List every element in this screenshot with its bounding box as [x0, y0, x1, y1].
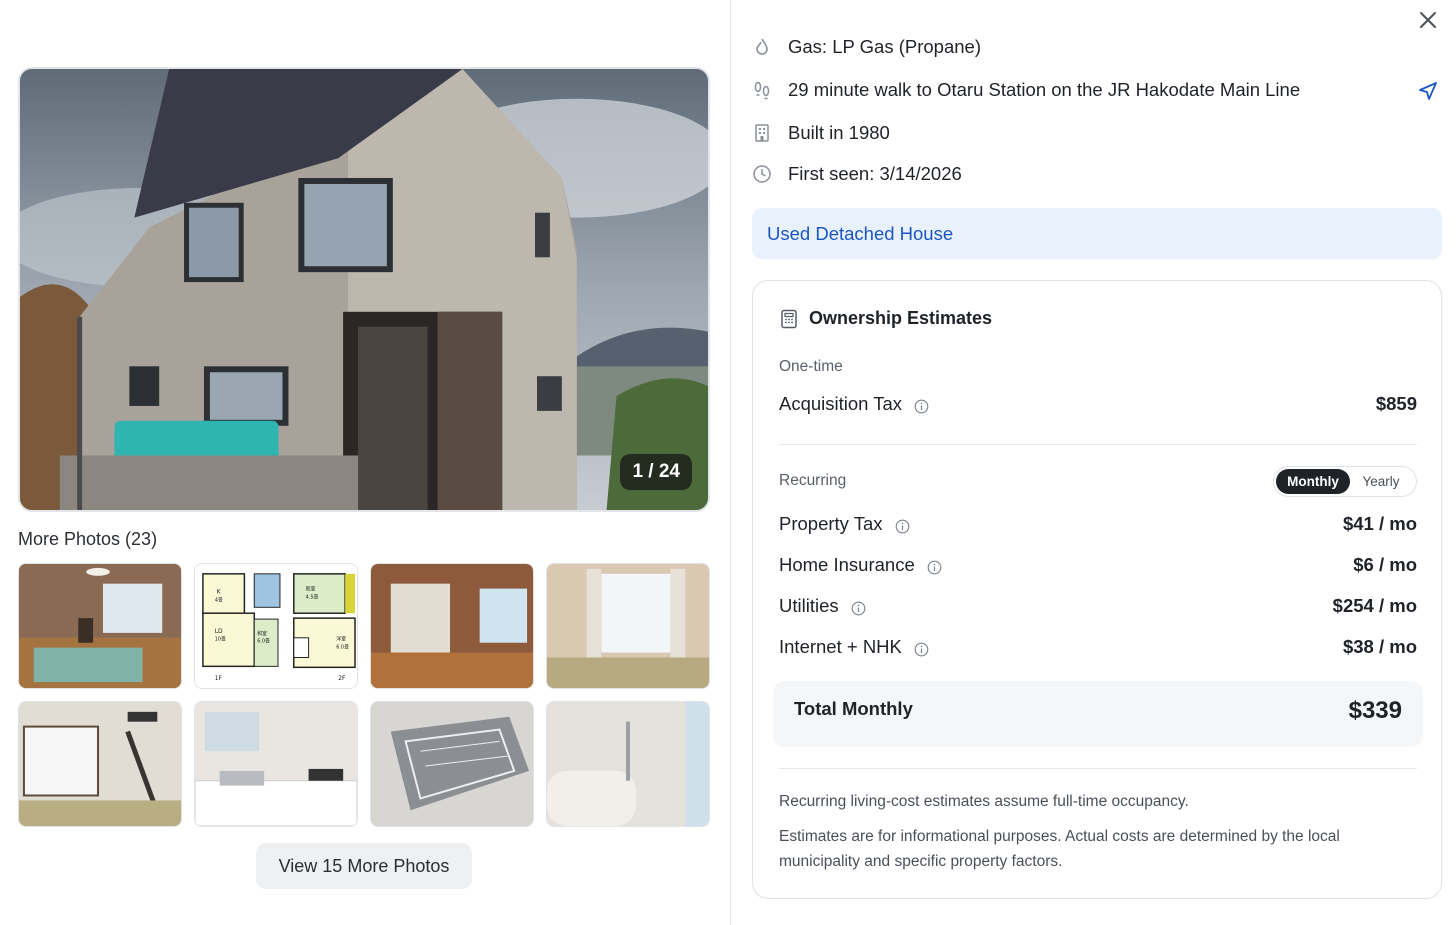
photo-counter: 1 / 24 — [620, 454, 692, 490]
walk-text: 29 minute walk to Otaru Station on the J… — [788, 79, 1301, 100]
property-tax-value: $41 / mo — [1342, 513, 1417, 534]
home-insurance-label: Home Insurance — [779, 554, 915, 575]
thumbnail-grid: K 4畳 LD 10畳 和室 6.0畳 1F 和室 4.5畳 洋室 6.0畳 2… — [18, 563, 710, 827]
fp-ld-size: 10畳 — [215, 637, 226, 643]
close-button[interactable] — [1414, 6, 1442, 34]
section-divider — [779, 444, 1417, 445]
estimates-title: Ownership Estimates — [779, 308, 992, 329]
navigation-arrow-icon — [1419, 82, 1437, 100]
property-type-badge: Used Detached House — [752, 208, 1442, 259]
gas-text: Gas: LP Gas (Propane) — [788, 36, 981, 57]
floor-plan-image: K 4畳 LD 10畳 和室 6.0畳 1F 和室 4.5畳 洋室 6.0畳 2… — [195, 564, 357, 688]
thumbnail-tatami-room[interactable] — [18, 701, 182, 827]
period-toggle: Monthly Yearly — [1273, 466, 1417, 497]
home-insurance-row: Home Insurance $6 / mo — [779, 554, 1417, 576]
thumbnail-window-room[interactable] — [546, 563, 710, 689]
close-icon — [1420, 12, 1436, 28]
disclaimer-note: Estimates are for informational purposes… — [779, 828, 1340, 870]
kitchen-image — [195, 702, 357, 826]
acquisition-tax-label: Acquisition Tax — [779, 393, 903, 414]
thumbnail-floor-plan[interactable]: K 4畳 LD 10畳 和室 6.0畳 1F 和室 4.5畳 洋室 6.0畳 2… — [194, 563, 358, 689]
fp-k-size: 4畳 — [215, 597, 223, 603]
info-icon[interactable] — [851, 599, 866, 615]
home-insurance-value: $6 / mo — [1353, 554, 1417, 575]
fp-wa2-size: 4.5畳 — [306, 594, 319, 600]
internet-nhk-row: Internet + NHK $38 / mo — [779, 636, 1417, 658]
dishwasher-image — [371, 702, 533, 826]
info-icon[interactable] — [914, 640, 929, 656]
occupancy-note: Recurring living-cost estimates assume f… — [779, 793, 1189, 810]
acquisition-tax-value: $859 — [1375, 393, 1417, 414]
ownership-estimates-card: Ownership Estimates One-time Acquisition… — [752, 280, 1442, 899]
footprints-icon — [752, 80, 772, 100]
acquisition-tax-row: Acquisition Tax $859 — [779, 393, 1417, 415]
internet-nhk-value: $38 / mo — [1342, 636, 1417, 657]
window-room-image — [547, 564, 709, 688]
recurring-label: Recurring — [779, 472, 847, 489]
first-seen-text: First seen: 3/14/2026 — [788, 163, 962, 184]
yearly-toggle-option[interactable]: Yearly — [1350, 469, 1412, 494]
property-tax-row: Property Tax $41 / mo — [779, 513, 1417, 535]
thumbnail-living-room[interactable] — [18, 563, 182, 689]
info-icon[interactable] — [895, 517, 910, 533]
fp-wa-size: 6.0畳 — [257, 639, 270, 645]
property-tax-label: Property Tax — [779, 513, 883, 534]
info-icon[interactable] — [914, 397, 929, 413]
fp-1f-label: 1F — [215, 676, 223, 682]
fp-ld-label: LD — [215, 629, 223, 635]
hero-photo[interactable]: 1 / 24 — [18, 67, 710, 512]
utilities-label: Utilities — [779, 595, 839, 616]
bathroom-image — [547, 702, 709, 826]
photo-gallery: 1 / 24 More Photos (23) K 4畳 LD 10畳 和室 6… — [0, 0, 730, 925]
info-icon[interactable] — [927, 558, 942, 574]
thumbnail-bedroom[interactable] — [370, 563, 534, 689]
internet-nhk-label: Internet + NHK — [779, 636, 902, 657]
calculator-icon — [779, 309, 799, 329]
notes-divider — [779, 768, 1417, 769]
total-monthly-box: Total Monthly $339 — [773, 681, 1423, 747]
walk-row: 29 minute walk to Otaru Station on the J… — [752, 79, 1300, 101]
monthly-toggle-option[interactable]: Monthly — [1276, 469, 1350, 494]
one-time-label: One-time — [779, 358, 843, 375]
flame-icon — [752, 37, 772, 57]
utilities-value: $254 / mo — [1332, 595, 1417, 616]
tatami-room-image — [19, 702, 181, 826]
more-photos-title: More Photos (23) — [18, 529, 158, 549]
fp-2f-label: 2F — [338, 676, 346, 682]
fp-wa2-label: 和室 — [306, 586, 316, 593]
fp-you-label: 洋室 — [336, 636, 346, 643]
utilities-row: Utilities $254 / mo — [779, 595, 1417, 617]
building-icon — [752, 123, 772, 143]
living-room-image — [19, 564, 181, 688]
clock-icon — [752, 164, 772, 184]
view-more-photos-button[interactable]: View 15 More Photos — [256, 843, 472, 889]
gas-row: Gas: LP Gas (Propane) — [752, 36, 981, 58]
first-seen-row: First seen: 3/14/2026 — [752, 163, 962, 185]
built-text: Built in 1980 — [788, 122, 890, 143]
bedroom-image — [371, 564, 533, 688]
thumbnail-dishwasher[interactable] — [370, 701, 534, 827]
total-monthly-value: $339 — [1348, 697, 1402, 724]
fp-you-size: 6.0畳 — [336, 645, 349, 651]
column-divider — [730, 0, 731, 925]
house-exterior-image — [20, 69, 708, 510]
estimates-title-text: Ownership Estimates — [809, 308, 993, 328]
fp-k-label: K — [217, 590, 221, 596]
fp-wa-label: 和室 — [257, 630, 267, 637]
built-row: Built in 1980 — [752, 122, 890, 144]
thumbnail-bathroom[interactable] — [546, 701, 710, 827]
directions-button[interactable] — [1417, 80, 1439, 102]
thumbnail-kitchen[interactable] — [194, 701, 358, 827]
total-monthly-label: Total Monthly — [794, 698, 913, 719]
